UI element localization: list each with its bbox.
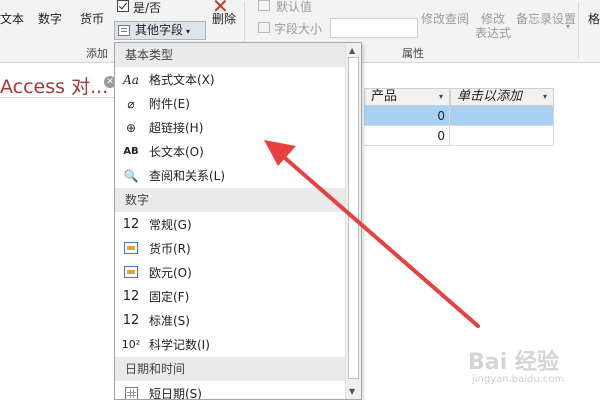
- table-cell[interactable]: 0: [364, 126, 450, 146]
- menu-item-short-date[interactable]: 短日期(S): [115, 382, 345, 400]
- menu-item-label: 短日期(S): [149, 387, 202, 400]
- menu-item-lookup-relationship[interactable]: 🔍 查阅和关系(L): [115, 164, 345, 188]
- number-icon: 12: [122, 313, 140, 328]
- menu-item-long-text[interactable]: AB 长文本(O): [115, 140, 345, 164]
- other-fields-button[interactable]: 其他字段 ▾: [114, 21, 206, 40]
- menu-item-general[interactable]: 12 常规(G): [115, 213, 345, 237]
- menu-item-label: 科学记数(I): [149, 338, 210, 352]
- menu-item-rich-text[interactable]: Aa 格式文本(X): [115, 68, 345, 92]
- scroll-thumb[interactable]: [348, 57, 359, 379]
- menu-item-label: 欧元(O): [149, 266, 192, 280]
- yes-no-button[interactable]: 是/否: [133, 0, 161, 16]
- long-text-icon: AB: [123, 146, 139, 157]
- menu-item-label: 长文本(O): [149, 145, 204, 159]
- group-label-properties: 属性: [402, 47, 424, 60]
- other-fields-dropdown: 基本类型 Aa 格式文本(X) ⌀ 附件(E) ⊕ 超链接(H) AB 长文本(…: [114, 42, 362, 400]
- watermark-url: jingyan.baidu.com: [472, 374, 565, 385]
- dropdown-scrollbar[interactable]: ▲ ▼: [345, 43, 361, 399]
- delete-button[interactable]: 删除: [212, 10, 236, 27]
- watermark-text: Bai 经验: [468, 350, 559, 375]
- rich-text-icon: Aa: [123, 73, 139, 87]
- menu-item-label: 货币(R): [149, 242, 191, 256]
- hyperlink-icon: ⊕: [125, 121, 137, 135]
- paperclip-icon: ⌀: [127, 97, 135, 111]
- field-size-icon: [258, 22, 270, 33]
- group-label-add-delete: 添加: [86, 47, 108, 60]
- menu-item-hyperlink[interactable]: ⊕ 超链接(H): [115, 116, 345, 140]
- modify-lookups-button[interactable]: 修改查阅: [421, 10, 469, 27]
- table-cell[interactable]: [450, 106, 554, 126]
- field-size-label: 字段大小: [274, 22, 323, 36]
- sort-dropdown-icon[interactable]: ▾: [543, 89, 547, 105]
- number-icon: 12: [122, 289, 140, 304]
- format-button[interactable]: 格: [588, 10, 600, 27]
- euro-icon: [121, 261, 141, 285]
- scroll-up-icon[interactable]: ▲: [349, 46, 355, 55]
- menu-item-attachment[interactable]: ⌀ 附件(E): [115, 92, 345, 116]
- tab-divider: [0, 97, 120, 98]
- ribbon-separator: [578, 2, 579, 58]
- currency-icon: [121, 237, 141, 261]
- menu-item-label: 附件(E): [149, 97, 190, 111]
- menu-item-label: 标准(S): [149, 314, 190, 328]
- scientific-icon: 10²: [121, 338, 141, 351]
- field-grid-icon: [118, 25, 130, 36]
- menu-item-scientific[interactable]: 10² 科学记数(I): [115, 333, 345, 357]
- default-value-button[interactable]: 默认值: [276, 0, 312, 15]
- menu-item-euro[interactable]: 欧元(O): [115, 261, 345, 285]
- menu-item-label: 常规(G): [149, 218, 192, 232]
- section-header-basic-types: 基本类型: [115, 43, 345, 67]
- column-header-label: 产品: [371, 89, 398, 104]
- short-text-button[interactable]: 文本: [0, 10, 24, 27]
- menu-item-standard[interactable]: 12 标准(S): [115, 309, 345, 333]
- menu-item-label: 超链接(H): [149, 121, 204, 135]
- number-icon: 12: [122, 217, 140, 232]
- chevron-down-icon: ▾: [186, 27, 191, 36]
- menu-item-fixed[interactable]: 12 固定(F): [115, 285, 345, 309]
- yes-no-checkbox-icon[interactable]: [117, 0, 129, 12]
- default-value-icon: [258, 0, 270, 11]
- watermark-logo: Bai 经验 jingyan.baidu.com: [460, 340, 600, 400]
- sort-dropdown-icon[interactable]: ▾: [439, 89, 443, 105]
- currency-button[interactable]: 货币: [80, 10, 104, 27]
- document-tab-title[interactable]: Access 对...: [0, 72, 108, 99]
- other-fields-label: 其他字段: [135, 23, 184, 37]
- column-header-label: 单击以添加: [457, 89, 523, 104]
- menu-item-label: 查阅和关系(L): [149, 169, 226, 183]
- number-button[interactable]: 数字: [38, 10, 62, 27]
- menu-item-label: 格式文本(X): [149, 73, 215, 87]
- calendar-icon: [121, 382, 141, 399]
- table-cell[interactable]: [450, 126, 554, 146]
- modify-expression-label-2: 表达式: [475, 26, 512, 40]
- section-header-date-time: 日期和时间: [115, 357, 345, 381]
- lookup-icon: 🔍: [123, 169, 139, 183]
- column-header-product[interactable]: 产品 ▾: [364, 88, 450, 106]
- column-header-click-to-add[interactable]: 单击以添加 ▾: [450, 88, 554, 106]
- section-header-number: 数字: [115, 188, 345, 212]
- menu-item-currency[interactable]: 货币(R): [115, 237, 345, 261]
- field-size-input[interactable]: [330, 18, 418, 38]
- menu-item-label: 固定(F): [149, 290, 190, 304]
- scroll-down-icon[interactable]: ▼: [349, 387, 355, 396]
- chevron-down-icon: ▾: [566, 22, 571, 31]
- table-cell[interactable]: 0: [364, 106, 450, 126]
